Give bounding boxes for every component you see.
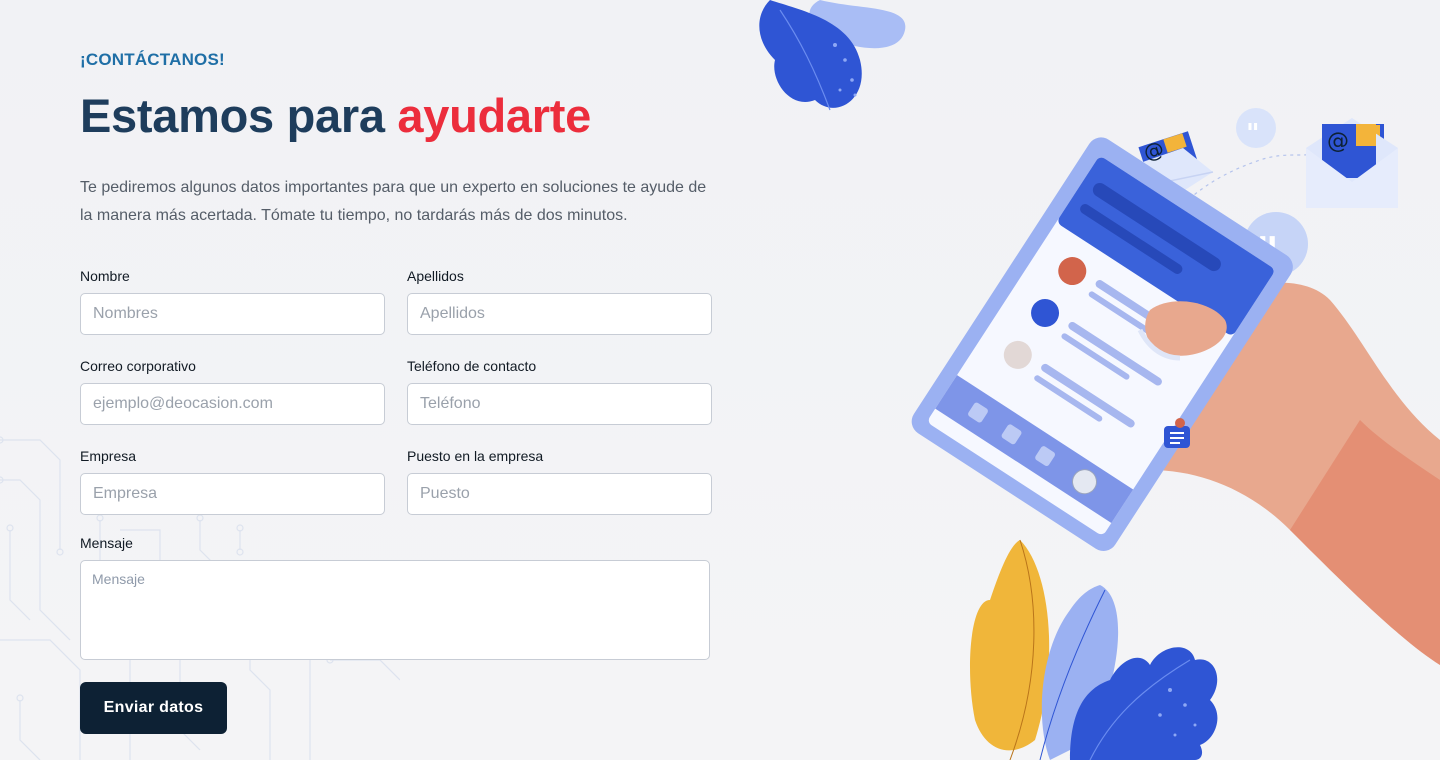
correo-label: Correo corporativo [80,358,196,374]
contact-page: ¡CONTÁCTANOS! Estamos para ayudarte Te p… [0,0,1440,760]
apellidos-field-group: Apellidos [407,268,712,335]
title-main: Estamos para [80,89,385,142]
nombre-label: Nombre [80,268,130,284]
telefono-field-group: Teléfono de contacto [407,358,712,425]
telefono-input[interactable] [407,383,712,425]
nombre-field-group: Nombre [80,268,385,335]
mensaje-field-group: Mensaje [80,535,710,660]
nombre-input[interactable] [80,293,385,335]
svg-text:": " [1256,228,1279,279]
page-title: Estamos para ayudarte [80,88,591,143]
empresa-input[interactable] [80,473,385,515]
empresa-label: Empresa [80,448,137,464]
title-accent: ayudarte [397,89,591,142]
correo-field-group: Correo corporativo [80,358,385,425]
svg-text:@: @ [1327,129,1349,154]
apellidos-label: Apellidos [407,268,464,284]
email-at-icon: @ [1306,118,1398,208]
mensaje-textarea[interactable] [80,560,710,660]
empresa-field-group: Empresa [80,448,385,515]
puesto-label: Puesto en la empresa [407,448,544,464]
telefono-label: Teléfono de contacto [407,358,537,374]
leaf-icon [759,0,906,111]
puesto-input[interactable] [407,473,712,515]
mensaje-label: Mensaje [80,535,133,551]
eyebrow-label: ¡CONTÁCTANOS! [80,50,225,69]
svg-text:": " [1246,119,1260,149]
quote-bubble-icon: " [1244,212,1308,279]
svg-text:@: @ [1140,136,1166,165]
enviar-datos-button[interactable]: Enviar datos [80,682,227,734]
apellidos-input[interactable] [407,293,712,335]
quote-bubble-icon: " [1236,108,1276,149]
intro-text: Te pediremos algunos datos importantes p… [80,179,707,224]
correo-input[interactable] [80,383,385,425]
chat-icon [1164,418,1190,448]
puesto-field-group: Puesto en la empresa [407,448,712,515]
email-at-icon: @ [1133,131,1214,206]
leaf-icon [970,539,1218,760]
